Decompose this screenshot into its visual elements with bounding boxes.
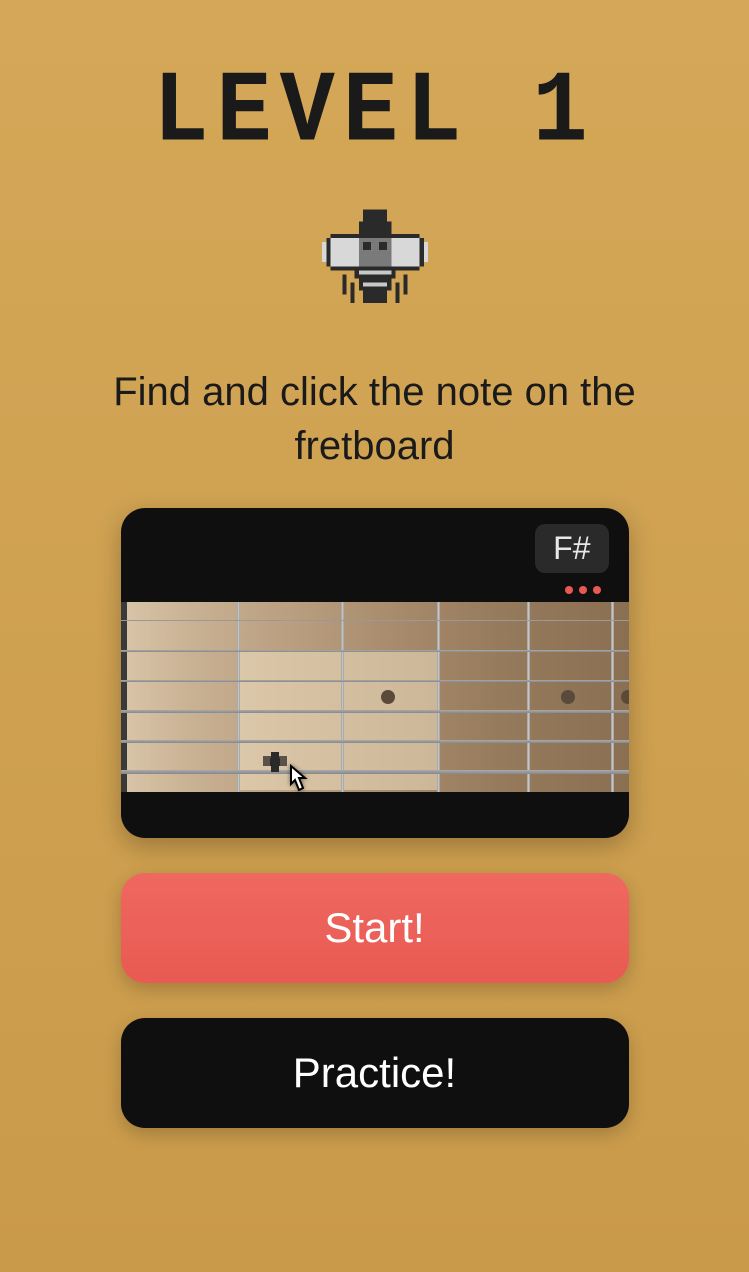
fly-icon <box>310 185 440 315</box>
instruction-text: Find and click the note on the fretboard <box>0 365 749 473</box>
level-title: LEVEL 1 <box>153 55 595 171</box>
cursor-icon <box>281 764 311 805</box>
target-note-badge: F# <box>535 524 608 573</box>
start-button[interactable]: Start! <box>121 873 629 983</box>
status-dots <box>565 586 601 594</box>
practice-button[interactable]: Practice! <box>121 1018 629 1128</box>
fretboard-preview: F# <box>121 508 629 838</box>
fretboard <box>121 602 629 792</box>
